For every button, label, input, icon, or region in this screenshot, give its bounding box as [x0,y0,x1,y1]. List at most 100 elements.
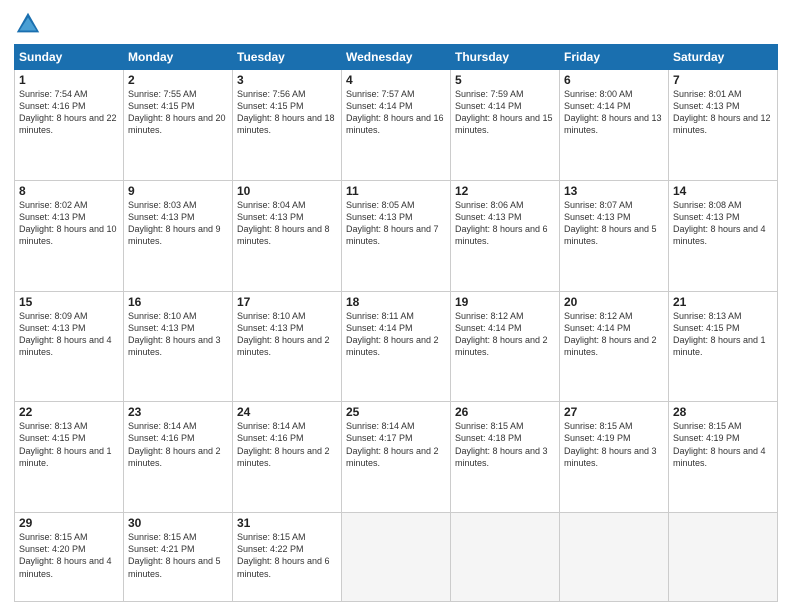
cell-text: Sunrise: 8:09 AMSunset: 4:13 PMDaylight:… [19,311,112,357]
cell-text: Sunrise: 8:15 AMSunset: 4:19 PMDaylight:… [673,421,766,467]
table-row: 3 Sunrise: 7:56 AMSunset: 4:15 PMDaylight… [233,70,342,181]
calendar-week-2: 8 Sunrise: 8:02 AMSunset: 4:13 PMDaylight… [15,180,778,291]
header [14,10,778,38]
day-number: 10 [237,184,337,198]
calendar-header-friday: Friday [560,45,669,70]
day-number: 16 [128,295,228,309]
cell-text: Sunrise: 8:14 AMSunset: 4:17 PMDaylight:… [346,421,439,467]
cell-text: Sunrise: 8:15 AMSunset: 4:22 PMDaylight:… [237,532,330,578]
cell-text: Sunrise: 8:13 AMSunset: 4:15 PMDaylight:… [673,311,766,357]
page: SundayMondayTuesdayWednesdayThursdayFrid… [0,0,792,612]
table-row: 27 Sunrise: 8:15 AMSunset: 4:19 PMDayligh… [560,402,669,513]
cell-text: Sunrise: 8:14 AMSunset: 4:16 PMDaylight:… [237,421,330,467]
calendar-header-sunday: Sunday [15,45,124,70]
table-row: 15 Sunrise: 8:09 AMSunset: 4:13 PMDayligh… [15,291,124,402]
calendar-header-wednesday: Wednesday [342,45,451,70]
cell-text: Sunrise: 8:06 AMSunset: 4:13 PMDaylight:… [455,200,548,246]
day-number: 21 [673,295,773,309]
table-row: 13 Sunrise: 8:07 AMSunset: 4:13 PMDayligh… [560,180,669,291]
table-row [560,513,669,602]
cell-text: Sunrise: 8:15 AMSunset: 4:18 PMDaylight:… [455,421,548,467]
cell-text: Sunrise: 8:11 AMSunset: 4:14 PMDaylight:… [346,311,439,357]
cell-text: Sunrise: 8:01 AMSunset: 4:13 PMDaylight:… [673,89,771,135]
table-row: 5Sunrise: 7:59 AMSunset: 4:14 PMDaylight… [451,70,560,181]
table-row: 6 Sunrise: 8:00 AMSunset: 4:14 PMDaylight… [560,70,669,181]
day-number: 9 [128,184,228,198]
cell-text: Sunrise: 8:15 AMSunset: 4:20 PMDaylight:… [19,532,112,578]
table-row: 24 Sunrise: 8:14 AMSunset: 4:16 PMDayligh… [233,402,342,513]
day-number: 15 [19,295,119,309]
cell-text: Sunrise: 8:10 AMSunset: 4:13 PMDaylight:… [128,311,221,357]
cell-text: Sunrise: 8:10 AMSunset: 4:13 PMDaylight:… [237,311,330,357]
cell-text: Sunrise: 8:03 AMSunset: 4:13 PMDaylight:… [128,200,221,246]
logo-icon [14,10,42,38]
day-number: 27 [564,405,664,419]
day-number: 22 [19,405,119,419]
day-number: 30 [128,516,228,530]
day-number: 11 [346,184,446,198]
day-number: 12 [455,184,555,198]
day-number: 8 [19,184,119,198]
table-row: 16 Sunrise: 8:10 AMSunset: 4:13 PMDayligh… [124,291,233,402]
cell-text: Sunrise: 8:00 AMSunset: 4:14 PMDaylight:… [564,89,662,135]
table-row: 21 Sunrise: 8:13 AMSunset: 4:15 PMDayligh… [669,291,778,402]
table-row: 25 Sunrise: 8:14 AMSunset: 4:17 PMDayligh… [342,402,451,513]
table-row: 30 Sunrise: 8:15 AMSunset: 4:21 PMDayligh… [124,513,233,602]
cell-text: Sunrise: 8:02 AMSunset: 4:13 PMDaylight:… [19,200,117,246]
table-row: 28Sunrise: 8:15 AMSunset: 4:19 PMDayligh… [669,402,778,513]
calendar-week-4: 22Sunrise: 8:13 AMSunset: 4:15 PMDayligh… [15,402,778,513]
table-row: 14 Sunrise: 8:08 AMSunset: 4:13 PMDayligh… [669,180,778,291]
cell-text: Sunrise: 8:08 AMSunset: 4:13 PMDaylight:… [673,200,766,246]
cell-text: Sunrise: 8:04 AMSunset: 4:13 PMDaylight:… [237,200,330,246]
calendar-header-saturday: Saturday [669,45,778,70]
day-number: 14 [673,184,773,198]
table-row: 4 Sunrise: 7:57 AMSunset: 4:14 PMDaylight… [342,70,451,181]
table-row: 29 Sunrise: 8:15 AMSunset: 4:20 PMDayligh… [15,513,124,602]
table-row: 18Sunrise: 8:11 AMSunset: 4:14 PMDayligh… [342,291,451,402]
cell-text: Sunrise: 8:05 AMSunset: 4:13 PMDaylight:… [346,200,439,246]
cell-text: Sunrise: 7:55 AMSunset: 4:15 PMDaylight:… [128,89,226,135]
table-row: 2Sunrise: 7:55 AMSunset: 4:15 PMDaylight… [124,70,233,181]
table-row: 8 Sunrise: 8:02 AMSunset: 4:13 PMDaylight… [15,180,124,291]
cell-text: Sunrise: 7:57 AMSunset: 4:14 PMDaylight:… [346,89,444,135]
day-number: 4 [346,73,446,87]
table-row: 22Sunrise: 8:13 AMSunset: 4:15 PMDayligh… [15,402,124,513]
cell-text: Sunrise: 8:12 AMSunset: 4:14 PMDaylight:… [564,311,657,357]
calendar-week-3: 15 Sunrise: 8:09 AMSunset: 4:13 PMDayligh… [15,291,778,402]
day-number: 31 [237,516,337,530]
table-row [451,513,560,602]
calendar-header-thursday: Thursday [451,45,560,70]
day-number: 6 [564,73,664,87]
table-row: 17 Sunrise: 8:10 AMSunset: 4:13 PMDayligh… [233,291,342,402]
table-row: 9 Sunrise: 8:03 AMSunset: 4:13 PMDaylight… [124,180,233,291]
table-row: 19 Sunrise: 8:12 AMSunset: 4:14 PMDayligh… [451,291,560,402]
cell-text: Sunrise: 7:59 AMSunset: 4:14 PMDaylight:… [455,89,553,135]
day-number: 26 [455,405,555,419]
cell-text: Sunrise: 8:15 AMSunset: 4:19 PMDaylight:… [564,421,657,467]
table-row: 11 Sunrise: 8:05 AMSunset: 4:13 PMDayligh… [342,180,451,291]
table-row: 12 Sunrise: 8:06 AMSunset: 4:13 PMDayligh… [451,180,560,291]
calendar-header-monday: Monday [124,45,233,70]
table-row: 10 Sunrise: 8:04 AMSunset: 4:13 PMDayligh… [233,180,342,291]
table-row: 1Sunrise: 7:54 AMSunset: 4:16 PMDaylight… [15,70,124,181]
day-number: 1 [19,73,119,87]
calendar-week-1: 1Sunrise: 7:54 AMSunset: 4:16 PMDaylight… [15,70,778,181]
day-number: 17 [237,295,337,309]
cell-text: Sunrise: 8:12 AMSunset: 4:14 PMDaylight:… [455,311,548,357]
day-number: 19 [455,295,555,309]
day-number: 7 [673,73,773,87]
cell-text: Sunrise: 8:15 AMSunset: 4:21 PMDaylight:… [128,532,221,578]
day-number: 29 [19,516,119,530]
day-number: 13 [564,184,664,198]
table-row: 7 Sunrise: 8:01 AMSunset: 4:13 PMDaylight… [669,70,778,181]
calendar-header-row: SundayMondayTuesdayWednesdayThursdayFrid… [15,45,778,70]
cell-text: Sunrise: 7:56 AMSunset: 4:15 PMDaylight:… [237,89,335,135]
day-number: 23 [128,405,228,419]
day-number: 24 [237,405,337,419]
table-row: 20 Sunrise: 8:12 AMSunset: 4:14 PMDayligh… [560,291,669,402]
day-number: 25 [346,405,446,419]
day-number: 20 [564,295,664,309]
cell-text: Sunrise: 8:07 AMSunset: 4:13 PMDaylight:… [564,200,657,246]
day-number: 3 [237,73,337,87]
logo [14,10,46,38]
